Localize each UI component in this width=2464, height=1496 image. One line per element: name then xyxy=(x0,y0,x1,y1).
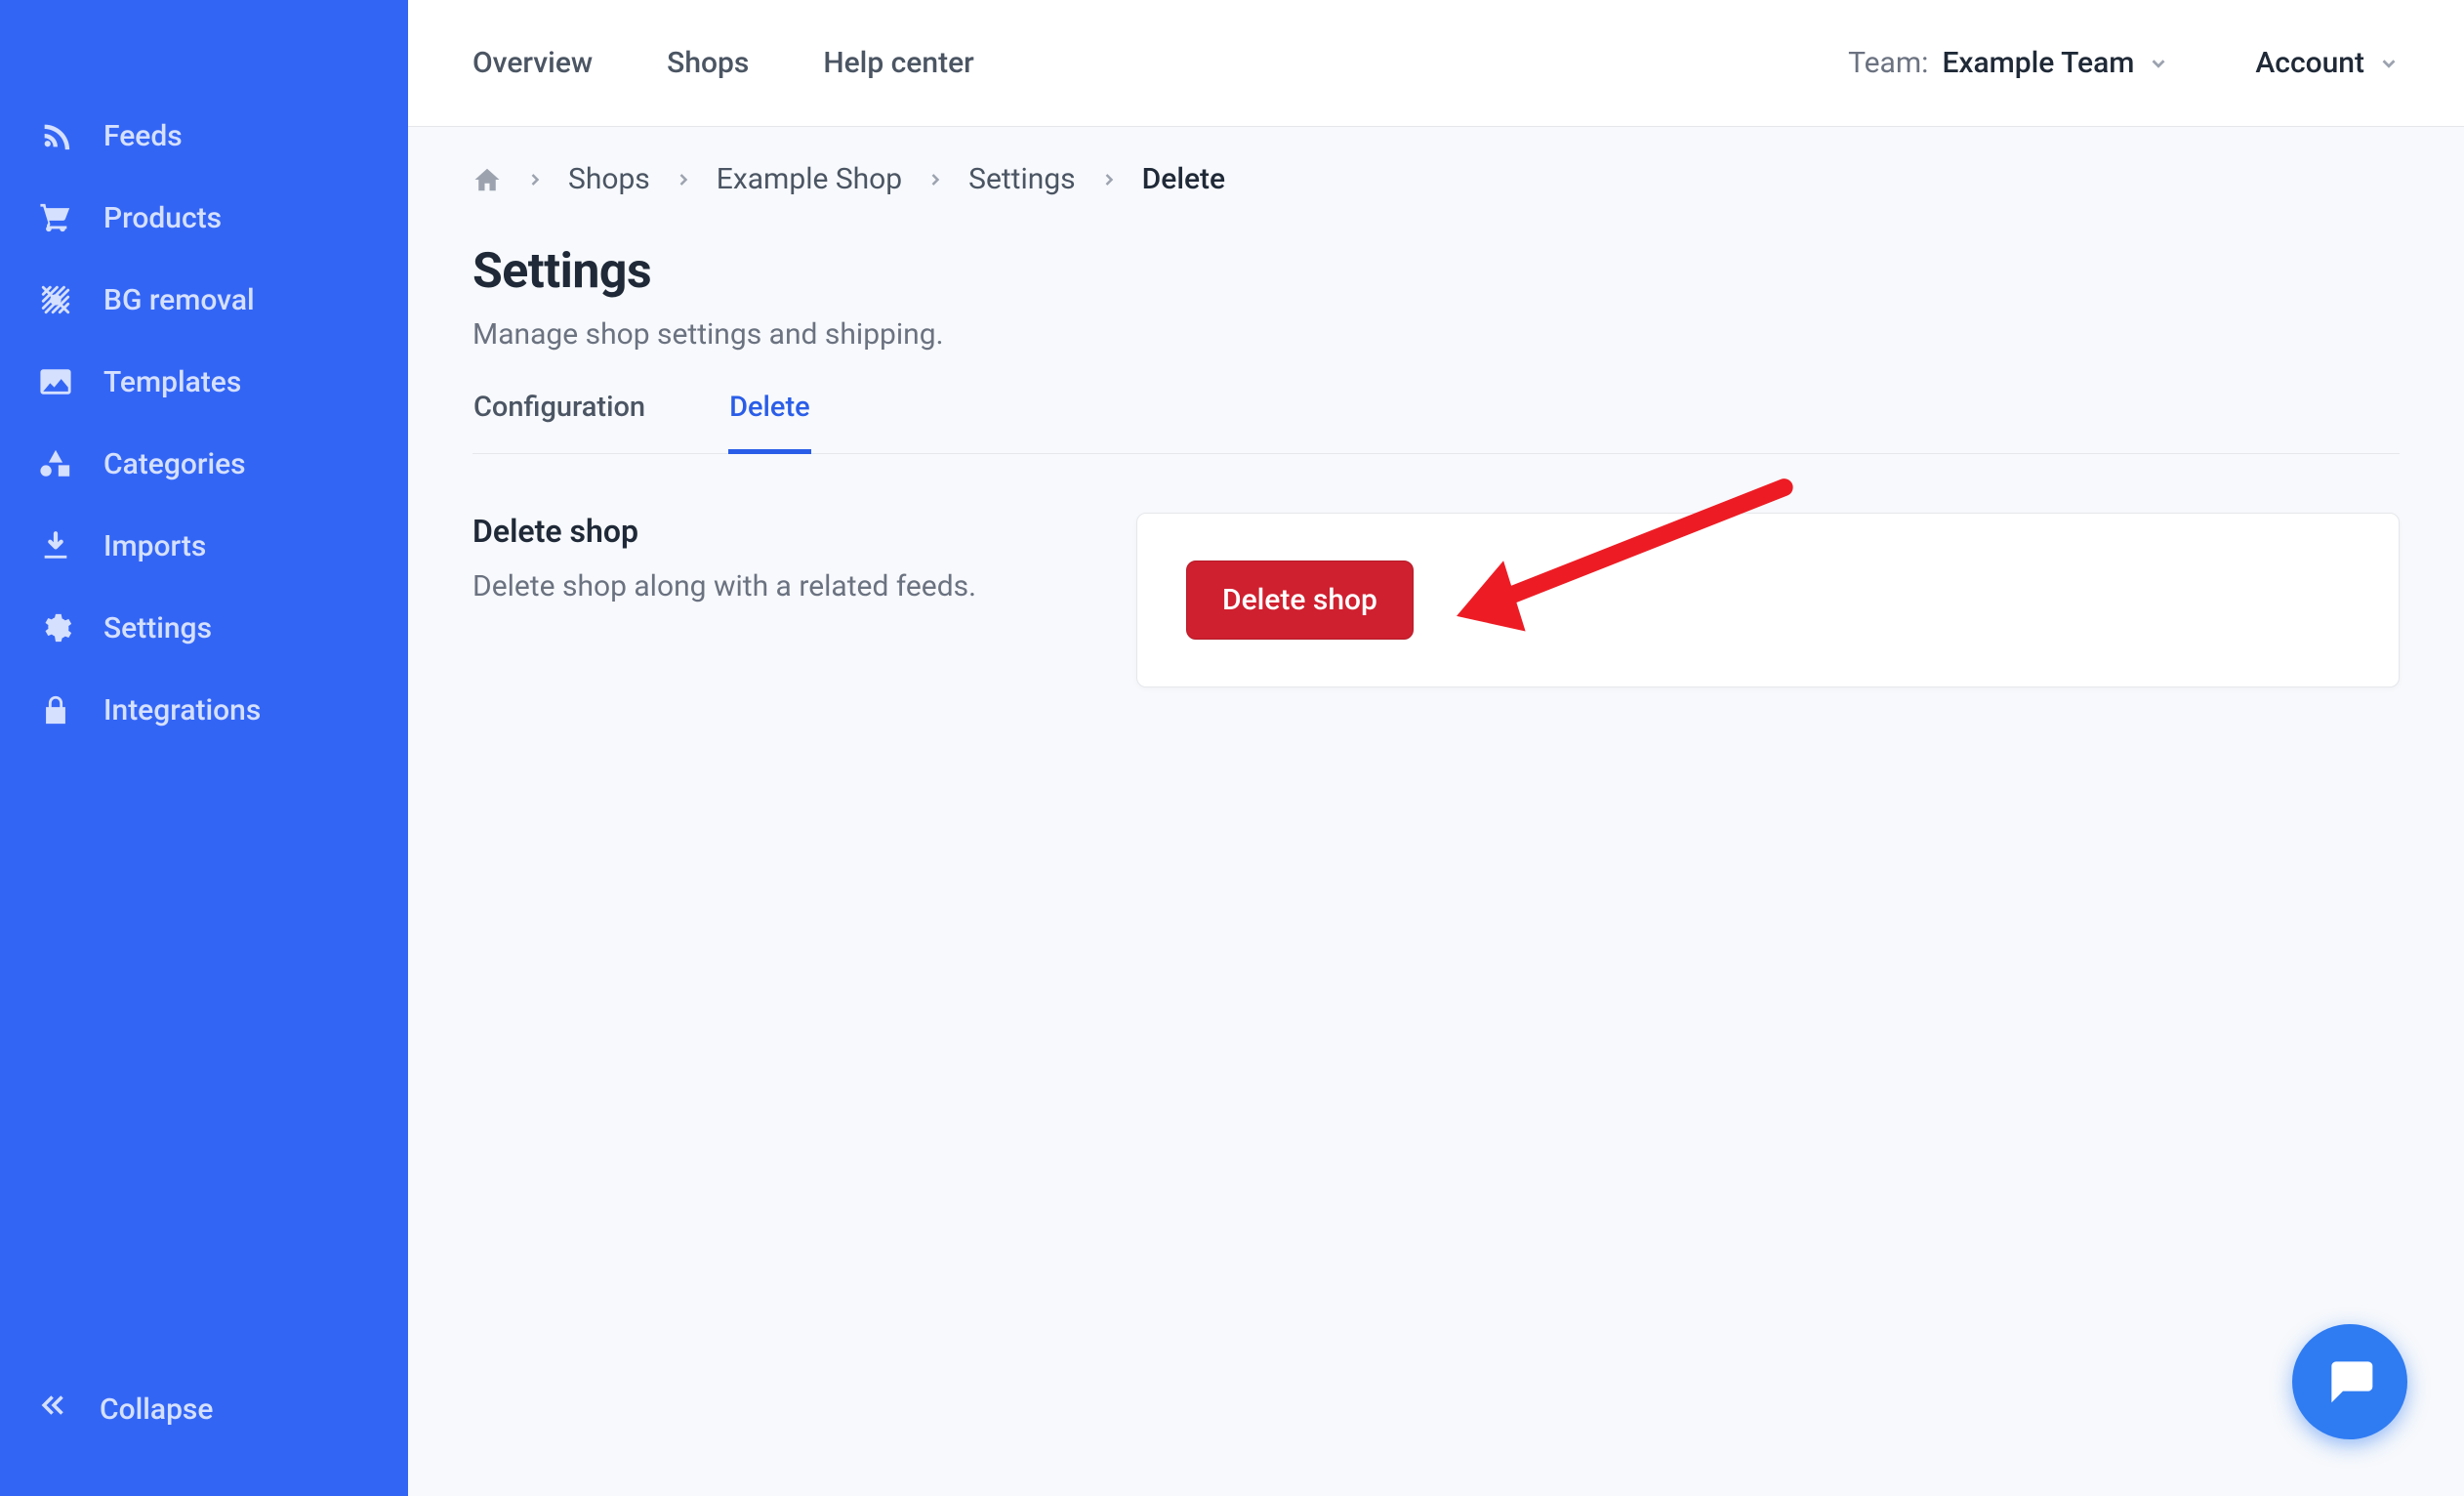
topnav-shops[interactable]: Shops xyxy=(667,46,749,80)
breadcrumb-shops[interactable]: Shops xyxy=(568,162,650,196)
page-header: Settings Manage shop settings and shippi… xyxy=(472,243,2400,352)
chevron-right-icon xyxy=(525,170,545,189)
sidebar: Feeds Products BG removal Templates Cate xyxy=(0,0,408,1496)
sidebar-nav: Feeds Products BG removal Templates Cate xyxy=(0,117,408,1389)
chevron-right-icon xyxy=(925,170,945,189)
topbar: Overview Shops Help center Team: Example… xyxy=(408,0,2464,127)
sidebar-item-label: Products xyxy=(103,201,222,235)
bg-remove-icon xyxy=(37,281,74,318)
topbar-right: Team: Example Team Account xyxy=(1848,46,2400,80)
chat-icon xyxy=(2322,1352,2377,1411)
sidebar-item-settings[interactable]: Settings xyxy=(37,609,371,646)
breadcrumb-settings[interactable]: Settings xyxy=(968,162,1076,196)
tab-configuration[interactable]: Configuration xyxy=(472,391,646,454)
tabs: Configuration Delete xyxy=(472,391,2400,454)
sidebar-item-label: BG removal xyxy=(103,283,255,317)
sidebar-item-imports[interactable]: Imports xyxy=(37,527,371,564)
breadcrumb-current: Delete xyxy=(1142,162,1225,196)
sidebar-item-label: Settings xyxy=(103,611,212,645)
chevron-down-icon xyxy=(2148,53,2169,74)
sidebar-item-label: Categories xyxy=(103,447,246,481)
sidebar-item-label: Feeds xyxy=(103,119,183,153)
page-subtitle: Manage shop settings and shipping. xyxy=(472,317,2400,352)
home-icon[interactable] xyxy=(472,165,502,194)
section-description: Delete shop along with a related feeds. xyxy=(472,569,1136,603)
topnav-overview[interactable]: Overview xyxy=(472,46,593,80)
team-label: Team: xyxy=(1848,46,1928,80)
sidebar-item-categories[interactable]: Categories xyxy=(37,445,371,482)
topnav-help-center[interactable]: Help center xyxy=(823,46,973,80)
rss-icon xyxy=(37,117,74,154)
sidebar-item-bg-removal[interactable]: BG removal xyxy=(37,281,371,318)
section-left: Delete shop Delete shop along with a rel… xyxy=(472,513,1136,687)
gear-icon xyxy=(37,609,74,646)
breadcrumb-shop[interactable]: Example Shop xyxy=(717,162,902,196)
breadcrumb: Shops Example Shop Settings Delete xyxy=(472,162,2400,196)
lock-icon xyxy=(37,691,74,728)
chevron-down-icon xyxy=(2378,53,2400,74)
sidebar-item-feeds[interactable]: Feeds xyxy=(37,117,371,154)
chevron-right-icon xyxy=(674,170,693,189)
cart-icon xyxy=(37,199,74,236)
account-selector[interactable]: Account xyxy=(2255,46,2400,80)
shapes-icon xyxy=(37,445,74,482)
delete-shop-button[interactable]: Delete shop xyxy=(1186,561,1414,640)
sidebar-item-label: Integrations xyxy=(103,693,261,727)
chevron-double-left-icon xyxy=(37,1389,70,1430)
sidebar-footer: Collapse xyxy=(0,1389,408,1457)
topnav: Overview Shops Help center xyxy=(472,46,974,80)
sidebar-item-label: Imports xyxy=(103,529,206,563)
team-selector[interactable]: Team: Example Team xyxy=(1848,46,2169,80)
main-content: Shops Example Shop Settings Delete Setti… xyxy=(408,127,2464,1496)
chat-widget-button[interactable] xyxy=(2292,1324,2407,1439)
account-label: Account xyxy=(2255,46,2364,80)
sidebar-item-integrations[interactable]: Integrations xyxy=(37,691,371,728)
section-title: Delete shop xyxy=(472,513,1136,550)
tab-delete[interactable]: Delete xyxy=(728,391,811,454)
chevron-right-icon xyxy=(1099,170,1119,189)
delete-shop-card: Delete shop xyxy=(1136,513,2400,687)
sidebar-item-products[interactable]: Products xyxy=(37,199,371,236)
collapse-button[interactable]: Collapse xyxy=(37,1389,371,1430)
image-icon xyxy=(37,363,74,400)
team-value: Example Team xyxy=(1942,46,2134,80)
sidebar-item-templates[interactable]: Templates xyxy=(37,363,371,400)
section-delete-shop: Delete shop Delete shop along with a rel… xyxy=(472,513,2400,687)
page-title: Settings xyxy=(472,243,2400,300)
sidebar-item-label: Templates xyxy=(103,365,241,399)
download-icon xyxy=(37,527,74,564)
collapse-label: Collapse xyxy=(100,1392,213,1427)
